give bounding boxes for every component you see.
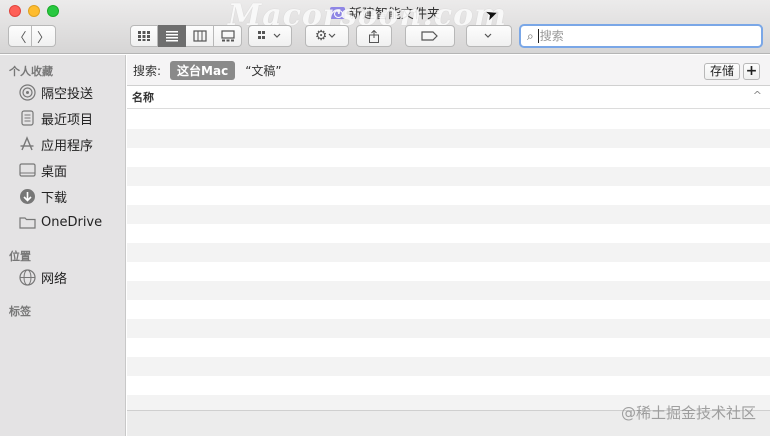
airdrop-icon — [18, 83, 36, 101]
back-button[interactable]: 〈 — [8, 25, 32, 47]
column-view-button[interactable] — [186, 25, 214, 47]
sidebar-item-label: 下载 — [41, 190, 68, 206]
save-search-button[interactable]: 存储 — [703, 63, 740, 80]
sidebar-item-label: 隔空投送 — [41, 86, 94, 102]
sidebar-item-applications[interactable]: 应用程序 — [18, 134, 93, 154]
main-content: 搜索: 这台Mac “文稿” 存储 + 名称 ^ — [127, 55, 770, 436]
list-row — [127, 148, 770, 167]
list-view-button[interactable] — [158, 25, 186, 47]
smart-folder-icon — [329, 7, 345, 19]
group-by-button[interactable] — [248, 25, 292, 47]
chevron-down-icon — [328, 33, 336, 38]
network-icon — [18, 268, 36, 286]
scope-label: 搜索: — [133, 63, 162, 78]
list-column-header: 名称 ^ — [127, 86, 770, 109]
list-row — [127, 262, 770, 281]
search-input[interactable] — [537, 29, 738, 43]
sidebar-item-desktop[interactable]: 桌面 — [18, 160, 67, 180]
tag-icon — [421, 31, 438, 41]
sidebar-item-label: OneDrive — [41, 214, 103, 230]
nav-button-group: 〈 〉 — [8, 25, 56, 47]
sidebar-item-airdrop[interactable]: 隔空投送 — [18, 82, 93, 102]
list-row — [127, 167, 770, 186]
applications-icon — [18, 136, 36, 152]
sidebar-item-label: 网络 — [41, 271, 68, 287]
share-button[interactable] — [356, 25, 392, 47]
grid-icon — [138, 31, 150, 41]
desktop-icon — [18, 162, 36, 178]
sidebar-item-label: 桌面 — [41, 164, 68, 180]
sidebar-item-network[interactable]: 网络 — [18, 267, 67, 287]
window-title-text: 新建智能文件夹 — [348, 7, 440, 22]
search-scope-bar: 搜索: 这台Mac “文稿” 存储 + — [127, 55, 770, 86]
window-title: 新建智能文件夹 — [0, 3, 770, 22]
gear-icon: ⚙ — [314, 28, 328, 44]
list-icon — [165, 31, 178, 42]
recents-icon — [18, 110, 36, 126]
action-menu-button[interactable]: ⚙ — [305, 25, 349, 47]
sort-indicator-icon[interactable]: ^ — [753, 89, 762, 102]
sidebar-item-label: 应用程序 — [41, 138, 94, 154]
gallery-icon — [220, 30, 235, 42]
sidebar-item-recents[interactable]: 最近项目 — [18, 108, 93, 128]
search-icon: ⌕ — [527, 28, 534, 43]
share-icon — [369, 29, 379, 43]
list-row — [127, 376, 770, 395]
sidebar-item-onedrive[interactable]: OneDrive — [18, 212, 102, 232]
icon-view-button[interactable] — [130, 25, 158, 47]
sidebar-item-downloads[interactable]: 下载 — [18, 186, 67, 206]
list-row — [127, 224, 770, 243]
scope-documents-button[interactable]: “文稿” — [245, 62, 281, 79]
list-row — [127, 357, 770, 376]
list-row — [127, 243, 770, 262]
downloads-icon — [18, 188, 36, 204]
window-toolbar: 新建智能文件夹 Macorsoon.com 〈 〉 ⚙ ➤ ⌕ 搜索 — [0, 0, 770, 54]
list-row — [127, 129, 770, 148]
view-mode-group — [130, 25, 242, 47]
sidebar-section-favorites: 个人收藏 — [9, 65, 53, 78]
columns-icon — [192, 30, 207, 42]
scope-this-mac-button[interactable]: 这台Mac — [170, 60, 236, 80]
sidebar-section-locations: 位置 — [9, 250, 31, 263]
file-list — [127, 110, 770, 414]
list-row — [127, 110, 770, 129]
watermark-bottom: @稀土掘金技术社区 — [620, 404, 756, 422]
add-criteria-button[interactable]: + — [743, 63, 760, 80]
list-row — [127, 186, 770, 205]
sidebar-item-label: 最近项目 — [41, 112, 94, 128]
chevron-down-icon — [484, 33, 492, 38]
group-icon — [258, 31, 281, 39]
list-row — [127, 319, 770, 338]
dropbox-menu-button[interactable] — [466, 25, 512, 47]
column-name-header[interactable]: 名称 — [132, 89, 154, 105]
gallery-view-button[interactable] — [214, 25, 242, 47]
list-row — [127, 205, 770, 224]
search-field[interactable]: ⌕ — [519, 24, 763, 48]
folder-icon — [18, 214, 36, 230]
list-row — [127, 281, 770, 300]
tags-button[interactable] — [405, 25, 455, 47]
list-row — [127, 338, 770, 357]
sidebar: 个人收藏 隔空投送 最近项目 应用程序 桌面 下载 OneDrive 位置 网络… — [0, 55, 126, 436]
sidebar-section-tags: 标签 — [9, 305, 31, 318]
list-row — [127, 300, 770, 319]
forward-button[interactable]: 〉 — [32, 25, 56, 47]
